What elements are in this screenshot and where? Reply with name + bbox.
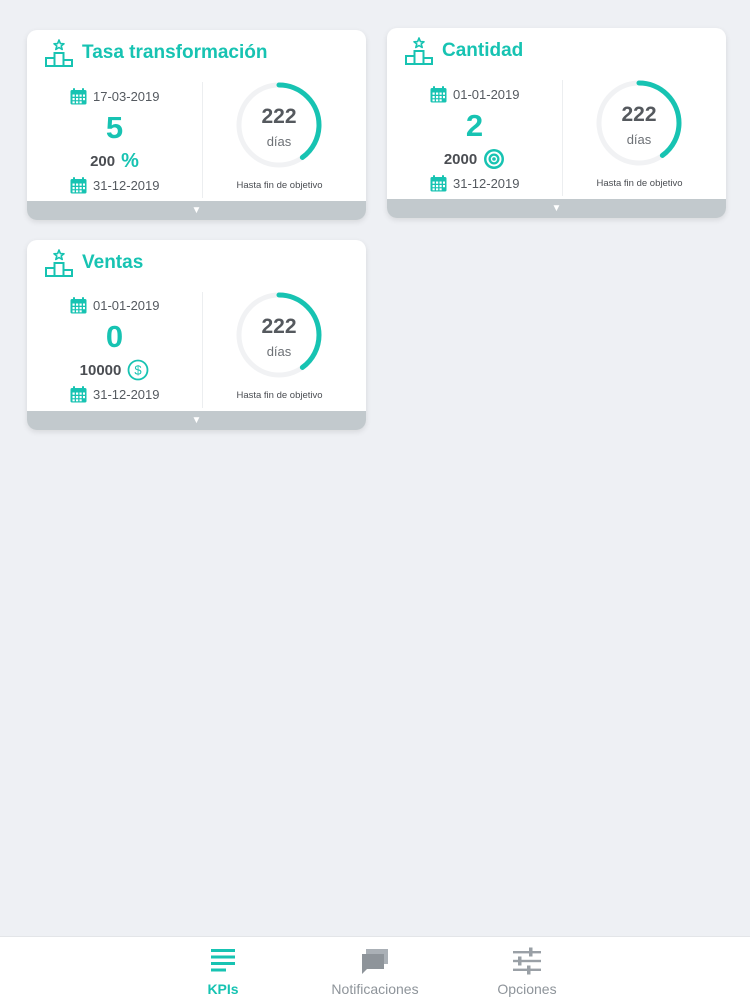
target-row: 10000 $ [27,359,202,381]
caret-down-icon: ▼ [191,205,202,216]
expand-button[interactable]: ▼ [27,201,366,220]
expand-button[interactable]: ▼ [387,199,726,218]
calendar-icon [70,385,87,402]
card-header: Cantidad [404,36,523,66]
podium-star-icon [45,39,73,67]
days-remaining: 222 [261,105,297,128]
card-title: Tasa transformación [82,42,268,63]
card-title: Ventas [82,252,144,273]
days-remaining-ring: 222 días [234,80,324,170]
caret-down-icon: ▼ [191,415,202,426]
days-label: días [626,132,652,147]
target-value: 200 [90,152,116,170]
target-value: 2000 [443,150,478,168]
kpi-values: 01-01-2019 0 10000 $ 31-12-2019 [27,290,202,410]
end-date: 31-12-2019 [93,386,160,402]
divider [562,80,563,196]
start-date: 17-03-2019 [93,88,160,104]
kpi-card-tasa-transformacion[interactable]: Tasa transformación 17-03-2019 5 200 % 3… [27,30,366,220]
list-icon [211,949,235,972]
days-label: días [266,344,292,359]
target-row: 2000 [387,148,562,170]
sliders-icon [513,947,541,975]
end-date-row: 31-12-2019 [70,384,160,404]
divider [202,82,203,198]
target-value: 10000 [79,361,122,379]
podium-star-icon [45,249,73,277]
days-remaining-ring: 222 días [594,78,684,168]
tab-kpis[interactable]: KPIs [158,943,288,997]
days-remaining: 222 [261,315,297,338]
calendar-icon [70,296,87,313]
expand-button[interactable]: ▼ [27,411,366,430]
calendar-icon [430,174,447,191]
start-date: 01-01-2019 [93,297,160,313]
kpi-values: 17-03-2019 5 200 % 31-12-2019 [27,80,202,200]
end-date: 31-12-2019 [453,175,520,191]
chat-icon [362,949,388,974]
podium-star-icon [405,37,433,65]
bottom-tab-bar: KPIs Notificaciones Opciones [0,936,750,1000]
percent-icon: % [121,149,139,172]
target-icon [483,148,505,170]
divider [202,292,203,408]
ring-caption: Hasta fin de objetivo [236,180,323,191]
card-header: Tasa transformación [44,38,267,68]
dollar-icon: $ [127,359,149,381]
tab-label: Notificaciones [331,981,419,997]
kpi-card-ventas[interactable]: Ventas 01-01-2019 0 10000 $ 31-12-2019 2… [27,240,366,430]
ring-caption: Hasta fin de objetivo [236,390,323,401]
tab-opciones[interactable]: Opciones [462,943,592,997]
end-date-row: 31-12-2019 [430,173,520,193]
tab-label: Opciones [497,981,557,997]
tab-label: KPIs [207,981,239,997]
days-remaining-ring: 222 días [234,290,324,380]
target-row: 200 % [27,150,202,172]
start-date-row: 17-03-2019 [70,86,160,106]
svg-text:$: $ [135,363,143,378]
calendar-icon [70,87,87,104]
start-date-row: 01-01-2019 [430,84,520,104]
days-remaining: 222 [621,103,657,126]
kpi-card-cantidad[interactable]: Cantidad 01-01-2019 2 2000 31-12-2019 22… [387,28,726,218]
ring-caption: Hasta fin de objetivo [596,178,683,189]
kpi-current-value: 5 [105,110,124,145]
start-date-row: 01-01-2019 [70,295,160,315]
card-header: Ventas [44,248,143,278]
card-title: Cantidad [442,40,524,61]
tab-notificaciones[interactable]: Notificaciones [310,943,440,997]
kpi-current-value: 2 [465,108,484,143]
calendar-icon [430,85,447,102]
kpi-current-value: 0 [105,319,124,354]
calendar-icon [70,176,87,193]
kpi-values: 01-01-2019 2 2000 31-12-2019 [387,78,562,198]
caret-down-icon: ▼ [551,203,562,214]
days-label: días [266,134,292,149]
start-date: 01-01-2019 [453,86,520,102]
end-date-row: 31-12-2019 [70,175,160,195]
end-date: 31-12-2019 [93,177,160,193]
